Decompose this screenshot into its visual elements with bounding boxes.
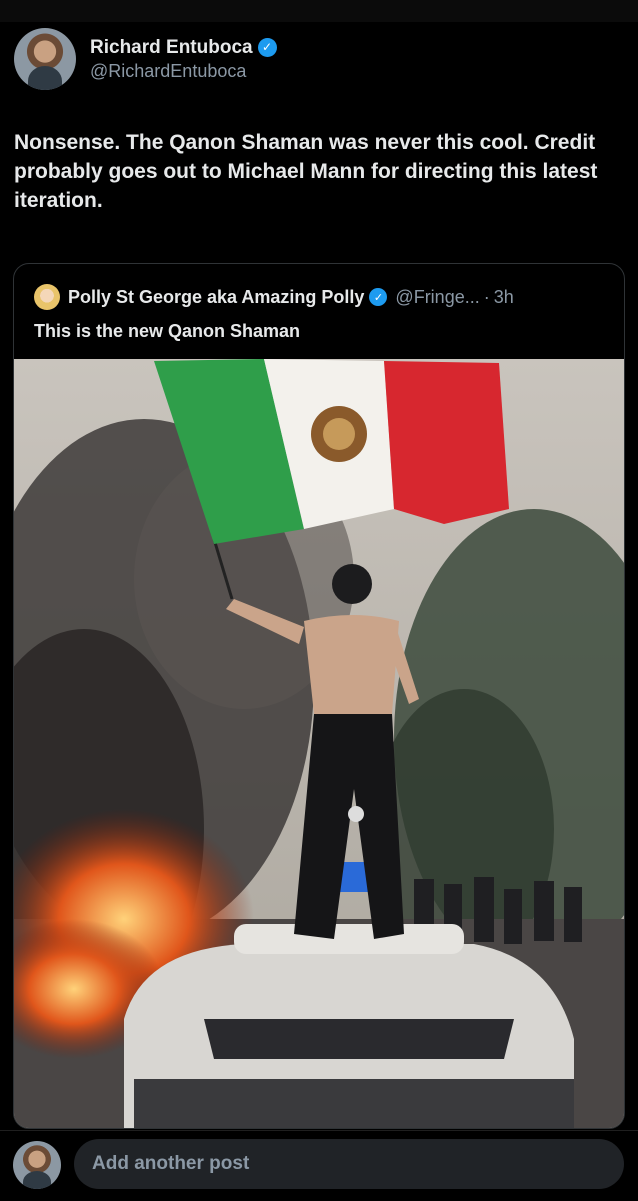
quoted-post-text: This is the new Qanon Shaman: [34, 321, 301, 341]
author-avatar[interactable]: [14, 28, 76, 90]
mexican-flag: [154, 359, 509, 544]
separator-dot: ·: [483, 286, 490, 307]
author-name-row: Richard Entuboca ✓: [90, 37, 277, 59]
verified-badge-icon: ✓: [257, 38, 277, 58]
quoted-author-handle[interactable]: @Fringe...: [395, 287, 479, 308]
verified-badge-icon: ✓: [369, 288, 388, 306]
top-status-bar: [0, 0, 638, 22]
reply-input[interactable]: Add another post: [74, 1139, 624, 1189]
quoted-post-card[interactable]: Polly St George aka Amazing Polly ✓ @Fri…: [13, 263, 625, 1129]
quoted-author-avatar[interactable]: [34, 284, 60, 310]
author-handle[interactable]: @RichardEntuboca: [90, 61, 277, 82]
quoted-post-time[interactable]: 3h: [494, 287, 514, 308]
user-avatar[interactable]: [13, 1141, 61, 1189]
post-header: Richard Entuboca ✓ @RichardEntuboca: [14, 28, 277, 90]
photo-illustration: x: [14, 359, 624, 1128]
quoted-post-photo[interactable]: x: [14, 359, 624, 1128]
quoted-author-display-name[interactable]: Polly St George aka Amazing Polly: [68, 287, 364, 308]
quoted-post-header: Polly St George aka Amazing Polly ✓ @Fri…: [34, 284, 514, 310]
author-names: Richard Entuboca ✓ @RichardEntuboca: [90, 37, 277, 82]
reply-bar: Add another post: [0, 1130, 638, 1201]
post-text: Nonsense. The Qanon Shaman was never thi…: [14, 131, 598, 212]
author-display-name[interactable]: Richard Entuboca: [90, 37, 253, 59]
